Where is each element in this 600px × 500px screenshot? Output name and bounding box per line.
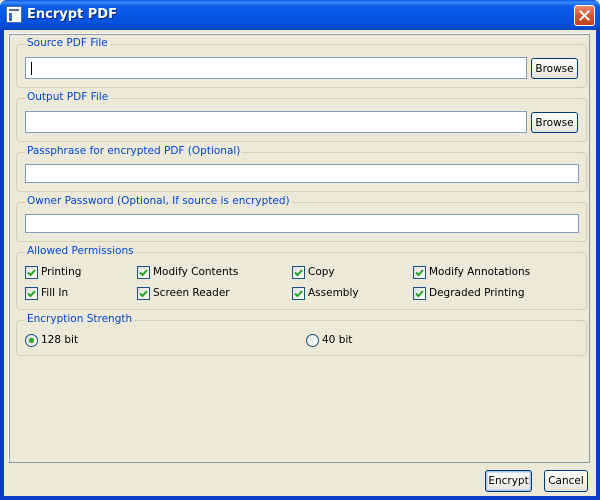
radio-selected-dot [29, 337, 34, 343]
permission-assembly[interactable]: Assembly [292, 286, 359, 300]
check-icon [294, 289, 303, 297]
check-icon [27, 268, 36, 276]
source-browse-button[interactable]: Browse [531, 58, 578, 79]
app-document-icon [6, 6, 22, 23]
text-caret [31, 62, 32, 75]
permissions-group: Allowed Permissions Printing Modify Cont… [16, 245, 587, 310]
encryption-strength-label: Encryption Strength [25, 313, 135, 325]
checkbox[interactable] [413, 286, 426, 300]
permissions-label: Allowed Permissions [25, 245, 136, 257]
close-button[interactable] [574, 5, 595, 26]
source-pdf-label: Source PDF File [25, 37, 110, 49]
output-pdf-label: Output PDF File [25, 91, 111, 103]
owner-password-input[interactable] [25, 214, 579, 233]
checkbox[interactable] [137, 286, 150, 300]
permission-modify-contents[interactable]: Modify Contents [137, 265, 238, 279]
passphrase-input[interactable] [25, 164, 579, 183]
encrypt-pdf-window: Encrypt PDF Source PDF File Browse Outpu… [0, 0, 600, 500]
checkbox[interactable] [25, 265, 38, 279]
checkbox[interactable] [137, 265, 150, 279]
check-icon [139, 289, 148, 297]
checkbox[interactable] [25, 286, 38, 300]
radio-button[interactable] [25, 333, 38, 347]
checkbox[interactable] [292, 265, 305, 279]
radio-40-bit[interactable]: 40 bit [306, 333, 352, 347]
output-pdf-group: Output PDF File Browse [16, 91, 587, 142]
radio-128-bit[interactable]: 128 bit [25, 333, 78, 347]
window-title: Encrypt PDF [27, 7, 117, 22]
permission-modify-annotations[interactable]: Modify Annotations [413, 265, 530, 279]
dialog-client-area: Source PDF File Browse Output PDF File B… [4, 30, 596, 496]
owner-password-label: Owner Password (Optional, If source is e… [25, 195, 292, 207]
permission-copy[interactable]: Copy [292, 265, 335, 279]
owner-password-group: Owner Password (Optional, If source is e… [16, 195, 587, 242]
passphrase-label: Passphrase for encrypted PDF (Optional) [25, 145, 243, 157]
permission-printing[interactable]: Printing [25, 265, 81, 279]
checkbox[interactable] [292, 286, 305, 300]
source-pdf-input[interactable] [25, 57, 527, 79]
content-panel: Source PDF File Browse Output PDF File B… [8, 33, 590, 463]
check-icon [139, 268, 148, 276]
encryption-strength-group: Encryption Strength 128 bit 40 bit [16, 313, 587, 356]
check-icon [294, 268, 303, 276]
passphrase-group: Passphrase for encrypted PDF (Optional) [16, 145, 587, 192]
source-pdf-group: Source PDF File Browse [16, 37, 587, 88]
close-icon [579, 10, 590, 21]
checkbox[interactable] [413, 265, 426, 279]
encrypt-button[interactable]: Encrypt [485, 470, 532, 492]
radio-button[interactable] [306, 333, 319, 347]
cancel-button[interactable]: Cancel [544, 470, 588, 492]
title-bar[interactable]: Encrypt PDF [0, 0, 600, 30]
output-browse-button[interactable]: Browse [531, 112, 578, 133]
permission-degraded-printing[interactable]: Degraded Printing [413, 286, 524, 300]
check-icon [27, 289, 36, 297]
output-pdf-input[interactable] [25, 111, 527, 133]
check-icon [415, 268, 424, 276]
check-icon [415, 289, 424, 297]
permission-fill-in[interactable]: Fill In [25, 286, 68, 300]
permission-screen-reader[interactable]: Screen Reader [137, 286, 230, 300]
